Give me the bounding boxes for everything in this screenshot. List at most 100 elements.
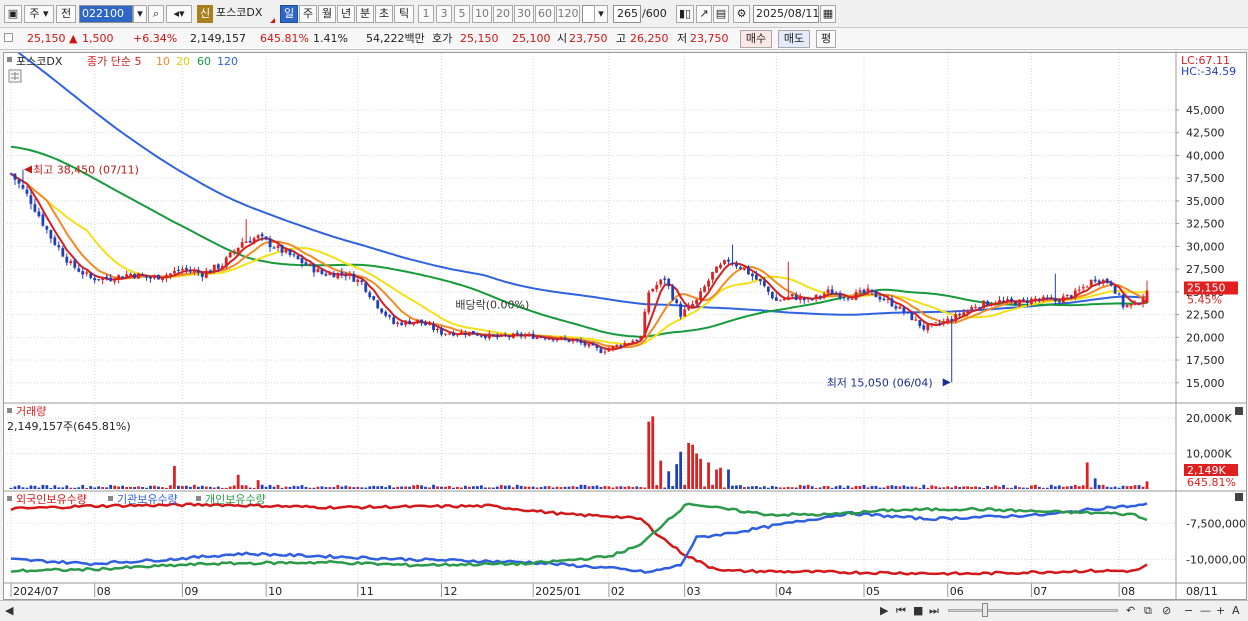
- volume-bar: [316, 486, 320, 489]
- interval-120[interactable]: 120: [556, 5, 580, 23]
- volume-percent: 645.81%: [260, 32, 309, 45]
- volume-bar: [571, 486, 575, 489]
- volume-tick-label: 10,000K: [1186, 448, 1232, 461]
- period-tick[interactable]: 틱: [394, 5, 414, 23]
- candle-body: [974, 306, 978, 308]
- interval-20[interactable]: 20: [493, 5, 513, 23]
- interval-30[interactable]: 30: [514, 5, 534, 23]
- volume-bar: [551, 487, 555, 489]
- interval-60[interactable]: 60: [535, 5, 555, 23]
- market-select[interactable]: 주 ▾: [24, 5, 54, 23]
- hc-info: HC:-34.59: [1181, 65, 1236, 78]
- auto-scale-icon[interactable]: A: [1232, 604, 1240, 618]
- corner-triangle-icon: [270, 18, 275, 23]
- prev-button[interactable]: 전: [56, 5, 76, 23]
- volume-bar: [830, 487, 834, 489]
- candle-body: [1121, 294, 1125, 308]
- volume-bar: [308, 487, 312, 489]
- zoom-slider[interactable]: [948, 609, 1118, 612]
- link-icon[interactable]: ⊘: [1162, 604, 1171, 618]
- sell-button[interactable]: 매도: [778, 30, 810, 48]
- volume-bar: [731, 485, 734, 489]
- chart-svg[interactable]: 15,00017,50020,00022,50025,00027,50030,0…: [4, 46, 1248, 599]
- volume-bar: [181, 485, 184, 489]
- volume-bar: [169, 485, 172, 489]
- volume-bar: [352, 487, 356, 489]
- volume-bar: [906, 486, 910, 489]
- period-day[interactable]: 일: [280, 5, 298, 23]
- candle-body: [248, 240, 252, 243]
- quote-checkbox[interactable]: [4, 33, 13, 42]
- volume-bar: [758, 487, 762, 489]
- volume-bar: [348, 486, 352, 489]
- code-dropdown-icon[interactable]: ▾: [133, 5, 147, 23]
- interval-10[interactable]: 10: [472, 5, 492, 23]
- gear-icon[interactable]: ⚙: [733, 5, 750, 23]
- buy-button[interactable]: 매수: [740, 30, 772, 48]
- candle-body: [376, 300, 380, 309]
- chart-title: 포스코DX: [16, 55, 63, 68]
- interval-1[interactable]: 1: [418, 5, 434, 23]
- candle-body: [129, 273, 132, 276]
- interval-5[interactable]: 5: [454, 5, 470, 23]
- volume-bar: [113, 485, 117, 489]
- candle-body: [479, 335, 483, 337]
- volume-bar: [595, 485, 599, 489]
- candle-body: [65, 256, 69, 263]
- chart-area[interactable]: 15,00017,50020,00022,50025,00027,50030,0…: [3, 46, 1248, 600]
- date-input[interactable]: 2025/08/11: [753, 5, 819, 23]
- count-input[interactable]: 265: [613, 5, 641, 23]
- chart-scrollbar[interactable]: ◀ ▶ ⏮ ■ ⏭ ↶ ⧉ ⊘ − — + A: [0, 600, 1248, 621]
- turnover-percent: 1.41%: [313, 32, 348, 45]
- window-menu-icon[interactable]: ▣: [4, 5, 22, 23]
- last-change-label: 5.45%: [1187, 293, 1222, 306]
- volume-bar: [754, 486, 758, 489]
- draw-tool-icon[interactable]: ↗: [696, 5, 712, 23]
- zoom-in-icon[interactable]: +: [1216, 604, 1225, 618]
- undo-icon[interactable]: ↶: [1126, 604, 1135, 618]
- candle-body: [719, 264, 722, 268]
- period-week[interactable]: 주: [299, 5, 317, 23]
- candle-body: [204, 270, 208, 278]
- zoom-slider-handle[interactable]: [982, 603, 988, 617]
- volume-bar: [105, 487, 109, 489]
- zoom-out-icon[interactable]: −: [1184, 604, 1193, 618]
- period-year[interactable]: 년: [337, 5, 355, 23]
- overlay-icon[interactable]: ⧉: [1144, 604, 1152, 618]
- volume-bar: [1065, 486, 1069, 489]
- minus-icon[interactable]: —: [1200, 604, 1211, 618]
- candle-body: [208, 270, 212, 273]
- holding-close-icon[interactable]: [1235, 493, 1243, 501]
- eval-button[interactable]: 평: [816, 30, 836, 48]
- forward-icon[interactable]: ⏭: [929, 604, 939, 618]
- stop-icon[interactable]: ■: [913, 604, 923, 618]
- volume-close-icon[interactable]: [1235, 407, 1243, 415]
- volume-bar: [304, 486, 308, 489]
- volume-last-pct: 645.81%: [1187, 476, 1236, 489]
- interval-dropdown-icon[interactable]: ▾: [594, 5, 608, 23]
- scroll-left-icon[interactable]: ◀: [5, 604, 13, 618]
- speaker-icon[interactable]: ◂▾: [166, 5, 192, 23]
- calendar-icon[interactable]: ▦: [820, 5, 836, 23]
- volume-bar: [177, 485, 180, 489]
- candle-body: [1073, 290, 1077, 298]
- volume-bar: [902, 485, 906, 489]
- scroll-right-icon[interactable]: ▶: [880, 604, 888, 618]
- code-input[interactable]: 022100: [79, 5, 133, 23]
- candle-type-icon[interactable]: ▮▯: [676, 5, 694, 23]
- period-minute[interactable]: 분: [356, 5, 374, 23]
- candle-body: [607, 348, 611, 352]
- legend-ma10: 10: [156, 55, 170, 68]
- save-icon[interactable]: ▤: [713, 5, 729, 23]
- interval-3[interactable]: 3: [436, 5, 452, 23]
- period-month[interactable]: 월: [318, 5, 336, 23]
- rewind-icon[interactable]: ⏮: [896, 604, 906, 618]
- volume-bar: [727, 469, 730, 489]
- x-tick-label: 2025/01: [535, 585, 581, 598]
- candle-body: [503, 334, 507, 336]
- volume-bar: [986, 485, 989, 489]
- candle-body: [846, 298, 850, 300]
- volume-bar: [1022, 487, 1025, 489]
- period-second[interactable]: 초: [375, 5, 393, 23]
- search-icon[interactable]: ⌕: [148, 5, 164, 23]
